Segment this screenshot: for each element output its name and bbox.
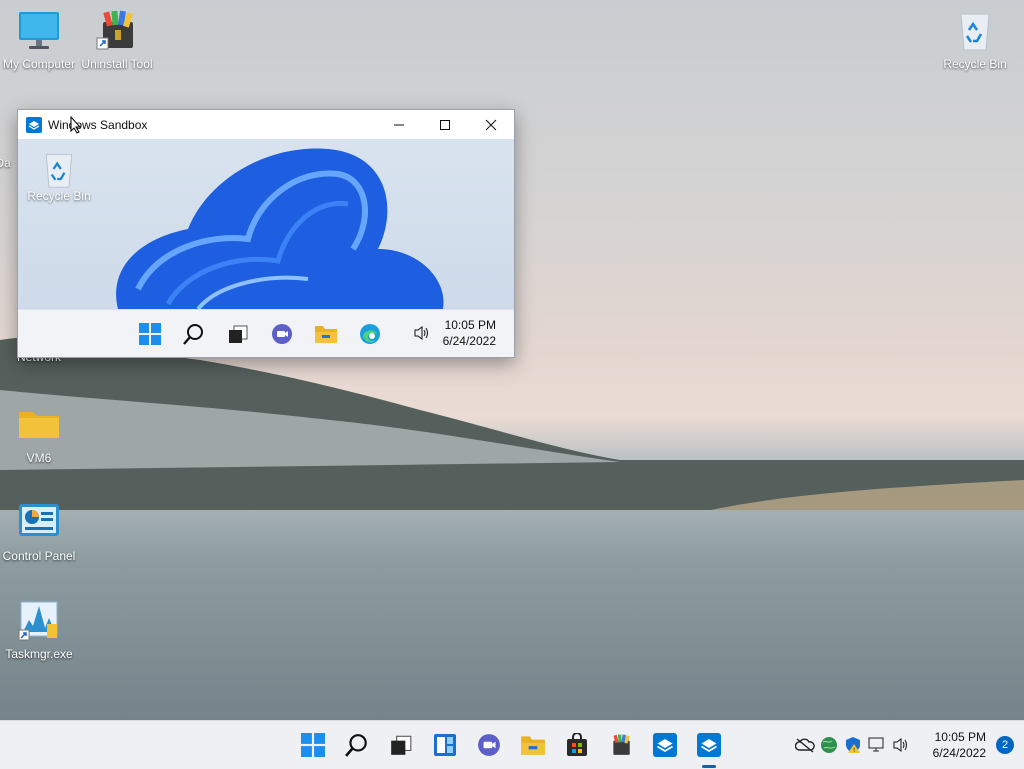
taskbar-clock[interactable]: 10:05 PM 6/24/2022 <box>933 729 986 761</box>
network-globe-icon <box>820 737 837 753</box>
volume-button[interactable] <box>889 733 913 757</box>
file-explorer-icon <box>315 326 337 343</box>
volume-icon[interactable] <box>413 325 431 341</box>
uninstall-tool-icon <box>96 10 134 50</box>
maximize-button[interactable] <box>422 110 468 139</box>
sandbox-app-icon <box>26 116 42 133</box>
windows-bloom-wallpaper <box>116 148 444 309</box>
control-panel-icon <box>19 504 59 536</box>
chat-icon <box>478 734 500 756</box>
sandbox-active-button[interactable] <box>693 729 725 768</box>
folder-icon <box>19 412 59 438</box>
sandbox-button[interactable] <box>649 729 681 761</box>
system-tray: ! 10:05 PM 6/24/2022 2 <box>793 721 1024 769</box>
sandbox-file-explorer-button[interactable] <box>310 318 342 350</box>
start-button[interactable] <box>297 729 329 761</box>
window-titlebar[interactable]: Windows Sandbox <box>18 110 514 139</box>
desktop-icon-taskmgr[interactable]: Taskmgr.exe <box>0 598 78 661</box>
defender-shield-icon: ! <box>845 737 860 754</box>
start-icon <box>301 733 325 757</box>
network-globe-button[interactable] <box>817 733 841 757</box>
winrar-icon <box>613 734 630 755</box>
sandbox-taskbar: 10:05 PM 6/24/2022 <box>18 309 514 357</box>
recycle-bin-icon <box>45 154 73 188</box>
window-title: Windows Sandbox <box>48 117 148 132</box>
desktop-icon-my-computer[interactable]: My Computer <box>0 8 78 71</box>
sandbox-window[interactable]: Windows Sandbox Recycle Bin 10:05 PM 6/2… <box>17 109 515 358</box>
close-button[interactable] <box>468 110 514 139</box>
start-icon <box>139 323 161 345</box>
search-icon <box>183 324 203 345</box>
onedrive-offline-icon <box>794 738 815 753</box>
desktop-icon-recycle-bin[interactable]: Recycle Bin <box>936 8 1014 71</box>
sandbox-active-icon <box>697 733 721 757</box>
desktop-icon-uninstall-tool[interactable]: Uninstall Tool <box>78 8 156 71</box>
monitor-icon <box>19 12 59 49</box>
search-icon <box>345 734 367 757</box>
sandbox-icon <box>653 733 677 757</box>
volume-icon <box>893 738 907 752</box>
search-button[interactable] <box>341 729 373 761</box>
desktop: My Computer Uninstall Tool Recycle Bin D… <box>0 0 1024 720</box>
sandbox-start-button[interactable] <box>134 318 166 350</box>
desktop-icon-vm6[interactable]: VM6 <box>0 402 78 465</box>
chat-icon <box>272 324 292 344</box>
sandbox-recycle-bin[interactable]: Recycle Bin <box>26 149 92 203</box>
display-button[interactable] <box>865 733 889 757</box>
sandbox-search-button[interactable] <box>178 318 210 350</box>
maximize-icon <box>440 119 450 130</box>
sandbox-edge-button[interactable] <box>354 318 386 350</box>
taskbar: ! 10:05 PM 6/24/2022 2 <box>0 720 1024 769</box>
store-icon <box>567 733 587 756</box>
sandbox-chat-button[interactable] <box>266 318 298 350</box>
display-icon <box>868 737 884 752</box>
store-button[interactable] <box>561 729 593 761</box>
edge-icon <box>360 324 380 344</box>
sandbox-task-view-button[interactable] <box>222 318 254 350</box>
chat-button[interactable] <box>473 729 505 761</box>
minimize-button[interactable] <box>376 110 422 139</box>
notification-badge[interactable]: 2 <box>996 736 1014 754</box>
winrar-button[interactable] <box>605 729 637 761</box>
task-manager-icon <box>18 601 58 641</box>
task-view-icon <box>391 735 412 755</box>
widgets-icon <box>434 734 456 756</box>
file-explorer-button[interactable] <box>517 729 549 761</box>
onedrive-button[interactable] <box>793 733 817 757</box>
minimize-icon <box>394 124 404 125</box>
task-view-icon <box>229 325 248 343</box>
mouse-cursor-icon <box>70 116 82 134</box>
task-view-button[interactable] <box>385 729 417 761</box>
desktop-icon-control-panel[interactable]: Control Panel <box>0 500 78 563</box>
file-explorer-icon <box>521 736 545 755</box>
close-icon <box>485 119 497 130</box>
sandbox-desktop: Recycle Bin 10:05 PM 6/24/2022 <box>18 139 514 357</box>
sandbox-clock[interactable]: 10:05 PM 6/24/2022 <box>443 317 496 349</box>
widgets-button[interactable] <box>429 729 461 761</box>
defender-button[interactable]: ! <box>841 733 865 757</box>
recycle-bin-icon <box>960 13 990 51</box>
